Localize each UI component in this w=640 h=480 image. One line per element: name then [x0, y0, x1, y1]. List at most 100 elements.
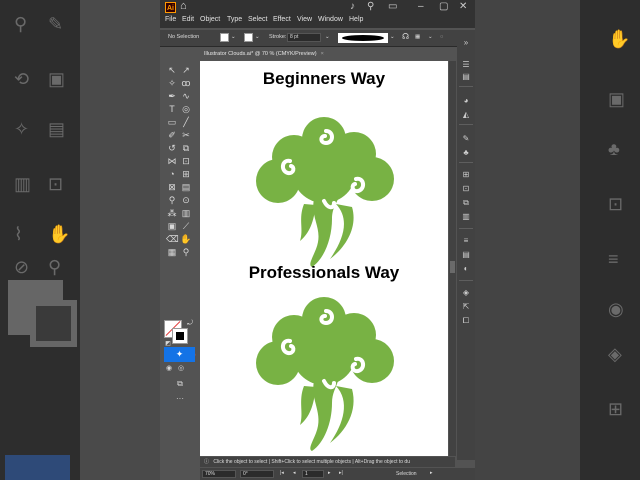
menu-view[interactable]: View	[297, 16, 312, 23]
fill-color-swatch[interactable]	[220, 33, 229, 42]
swap-colors-icon[interactable]: ⤾	[184, 318, 196, 329]
appearance-panel-icon[interactable]: ▥	[460, 212, 472, 221]
lasso-tool-icon[interactable]: ꝏ	[180, 78, 192, 89]
layers-stack-icon[interactable]: ◈	[460, 288, 472, 297]
opacity-icon[interactable]: ◌	[440, 34, 443, 40]
free-transform-tool-icon[interactable]: ⊡	[180, 156, 192, 167]
hand-tool-icon[interactable]: ✋	[180, 234, 192, 245]
recolor-icon[interactable]: ☊	[402, 32, 409, 41]
blend-tool-icon[interactable]: ⊙	[180, 195, 192, 206]
selection-tool-icon[interactable]: ↖	[166, 65, 178, 76]
menu-type[interactable]: Type	[227, 16, 242, 23]
menu-help[interactable]: Help	[349, 16, 363, 23]
brushes-panel-icon[interactable]: ✎	[460, 134, 472, 143]
stroke-weight-field[interactable]: 8 pt	[287, 33, 321, 42]
last-artboard-icon[interactable]: ▸|	[339, 470, 343, 476]
gradient-tool-icon[interactable]: ▤	[180, 182, 192, 193]
scale-tool-icon[interactable]: ⧉	[180, 143, 192, 154]
gradient-panel-icon[interactable]: ▤	[460, 250, 472, 259]
first-artboard-icon[interactable]: |◂	[280, 470, 284, 476]
shaper-tool-icon[interactable]: ✐	[166, 130, 178, 141]
stroke-color-swatch[interactable]	[244, 33, 253, 42]
paintbrush-tool-icon[interactable]: ╱	[180, 117, 192, 128]
artboard-number-field[interactable]: 1	[302, 470, 324, 478]
style-icon[interactable]: ▦	[415, 34, 420, 40]
cloud-illustration-beginners[interactable]	[254, 109, 394, 269]
chevron-down-icon[interactable]: ⌄	[325, 34, 330, 40]
edit-toolbar-button[interactable]: ✦	[164, 347, 195, 362]
slice-tool-icon[interactable]: ⟋	[180, 221, 192, 232]
eraser-tool-icon[interactable]: ⌫	[166, 234, 179, 245]
more-tools-icon[interactable]: ···	[174, 393, 186, 404]
menu-edit[interactable]: Edit	[182, 16, 194, 23]
menu-window[interactable]: Window	[318, 16, 343, 23]
stroke-color-box[interactable]	[172, 328, 188, 344]
scissors-tool-icon[interactable]: ✂	[180, 130, 192, 141]
menu-effect[interactable]: Effect	[273, 16, 291, 23]
transparency-panel-icon[interactable]: ◐	[460, 264, 472, 273]
chevron-down-icon[interactable]: ⌄	[231, 34, 236, 40]
shape-builder-tool-icon[interactable]: ◔	[166, 169, 178, 180]
eyedropper-tool-icon[interactable]: ⚲	[166, 195, 178, 206]
width-tool-icon[interactable]: ⋈	[166, 156, 178, 167]
vertical-scrollbar[interactable]	[449, 61, 456, 456]
home-icon[interactable]: ⌂	[180, 0, 187, 12]
type-tool-icon[interactable]: T	[166, 104, 178, 115]
menu-select[interactable]: Select	[248, 16, 267, 23]
chevron-down-icon[interactable]: ⌄	[255, 34, 260, 40]
artboard[interactable]: Beginners Way Professionals Way	[200, 61, 448, 456]
screen-mode-icon[interactable]: ⧉	[174, 378, 186, 389]
search-icon[interactable]: ⚲	[367, 1, 374, 12]
artboard-tool-icon[interactable]: ▣	[166, 221, 178, 232]
symbols-panel-icon[interactable]: ♣	[460, 148, 472, 157]
print-tiling-tool-icon[interactable]: ▦	[166, 247, 178, 258]
collapse-panels-icon[interactable]: »	[460, 38, 472, 47]
layers-panel-icon[interactable]: ▤	[460, 72, 472, 81]
share-icon[interactable]: ♪	[350, 1, 355, 12]
draw-behind-icon[interactable]: ◎	[175, 363, 187, 374]
status-menu-icon[interactable]: ▸	[430, 470, 433, 476]
align-panel-icon[interactable]: ⊡	[460, 184, 472, 193]
previous-artboard-icon[interactable]: ◂	[293, 470, 296, 476]
perspective-grid-tool-icon[interactable]: ⊞	[180, 169, 192, 180]
chevron-down-icon[interactable]: ⌄	[428, 34, 433, 40]
color-guide-icon[interactable]: ◭	[460, 110, 472, 119]
cloud-illustration-professionals[interactable]	[254, 293, 394, 453]
export-panel-icon[interactable]: ⇱	[460, 302, 472, 311]
minimize-icon[interactable]: –	[418, 1, 424, 12]
menu-object[interactable]: Object	[200, 16, 220, 23]
column-graph-tool-icon[interactable]: ▥	[180, 208, 192, 219]
scrollbar-thumb[interactable]	[450, 261, 455, 273]
symbol-sprayer-tool-icon[interactable]: ⁂	[166, 208, 178, 219]
transform-panel-icon[interactable]: ⊞	[460, 170, 472, 179]
close-icon[interactable]: ✕	[459, 1, 467, 12]
rotate-tool-icon[interactable]: ↺	[166, 143, 178, 154]
pathfinder-panel-icon[interactable]: ⧉	[460, 198, 472, 208]
spiral-tool-icon[interactable]: ◎	[180, 104, 192, 115]
direct-selection-tool-icon[interactable]: ↗	[180, 65, 192, 76]
magic-wand-tool-icon[interactable]: ✧	[166, 78, 178, 89]
draw-mode-icon[interactable]: ◉	[163, 363, 175, 374]
curvature-tool-icon[interactable]: ∿	[180, 91, 192, 102]
rotation-field[interactable]: 0°	[240, 470, 274, 478]
workspace-icon[interactable]: ▭	[388, 1, 397, 12]
color-panel-icon[interactable]: ◕	[460, 96, 472, 105]
maximize-icon[interactable]: ▢	[439, 1, 448, 12]
close-tab-icon[interactable]: ×	[321, 51, 324, 57]
panel-dock: » ☰ ▤ ◕ ◭ ✎ ♣ ⊞ ⊡ ⧉ ▥ ≡ ▤ ◐ ◈ ⇱ ⧠	[457, 30, 475, 460]
pen-tool-icon[interactable]: ✒	[166, 91, 178, 102]
menu-file[interactable]: File	[165, 16, 176, 23]
document-tab[interactable]: Illustrator Clouds.ai* @ 70 % (CMYK/Prev…	[200, 48, 340, 60]
chevron-down-icon[interactable]: ⌄	[390, 34, 395, 40]
rectangle-tool-icon[interactable]: ▭	[166, 117, 178, 128]
stroke-panel-icon[interactable]: ≡	[460, 236, 472, 245]
ghost-tool-icon: ⚲	[48, 257, 62, 277]
mesh-tool-icon[interactable]: ⊠	[166, 182, 178, 193]
brush-definition-preview[interactable]	[338, 33, 388, 43]
zoom-field[interactable]: 70%	[202, 470, 236, 478]
next-artboard-icon[interactable]: ▸	[328, 470, 331, 476]
background-left-panel-blur	[80, 0, 160, 480]
zoom-tool-icon[interactable]: ⚲	[180, 247, 192, 258]
properties-panel-icon[interactable]: ☰	[460, 60, 472, 69]
artboards-panel-icon[interactable]: ⧠	[460, 316, 472, 326]
